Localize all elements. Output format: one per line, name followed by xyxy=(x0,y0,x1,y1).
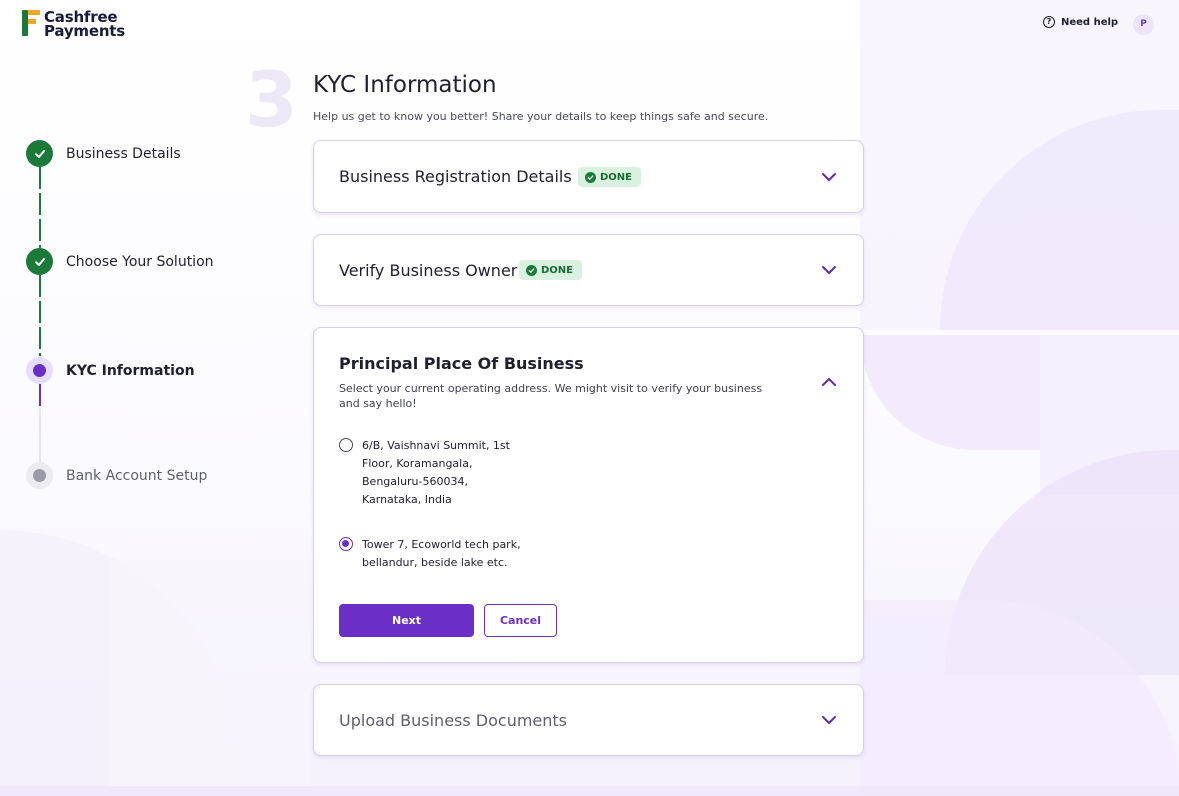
step-business-details[interactable]: Business Details xyxy=(26,140,181,167)
step-bank-account-setup[interactable]: Bank Account Setup xyxy=(26,462,207,489)
cashfree-logo[interactable]: Cashfree Payments xyxy=(22,8,126,40)
page-title: KYC Information xyxy=(313,72,497,98)
address-text: Tower 7, Ecoworld tech park, bellandur, … xyxy=(362,538,521,569)
step-label: Business Details xyxy=(66,145,181,162)
active-step-dot-icon xyxy=(26,357,53,384)
need-help-link[interactable]: ? Need help xyxy=(1043,16,1118,28)
section-principal-place-of-business: Principal Place Of Business Select your … xyxy=(313,327,864,663)
step-connector xyxy=(38,384,41,406)
address-radio[interactable] xyxy=(339,438,353,452)
address-radio-selected[interactable] xyxy=(339,537,353,551)
section-title: Business Registration Details xyxy=(339,167,572,186)
check-icon xyxy=(26,248,53,275)
check-icon xyxy=(26,140,53,167)
logo-wordmark: Cashfree Payments xyxy=(44,8,126,40)
user-avatar[interactable]: P xyxy=(1133,14,1154,35)
step-label: Choose Your Solution xyxy=(66,253,214,270)
section-business-registration[interactable]: Business Registration Details DONE xyxy=(313,140,864,213)
address-option-1[interactable]: 6/B, Vaishnavi Summit, 1st Floor, Korama… xyxy=(339,437,510,509)
chevron-up-icon[interactable] xyxy=(821,374,837,390)
section-upload-business-documents[interactable]: Upload Business Documents xyxy=(313,684,864,756)
cashfree-logo-icon xyxy=(22,10,40,36)
step-connector xyxy=(38,275,41,356)
check-circle-icon xyxy=(526,264,537,276)
page-subtitle: Help us get to know you better! Share yo… xyxy=(313,110,769,123)
chevron-down-icon[interactable] xyxy=(821,712,837,728)
help-circle-icon: ? xyxy=(1043,16,1055,28)
address-text: 6/B, Vaishnavi Summit, 1st Floor, Korama… xyxy=(362,439,510,506)
done-badge: DONE xyxy=(519,260,583,280)
step-choose-your-solution[interactable]: Choose Your Solution xyxy=(26,248,214,275)
check-circle-icon xyxy=(585,171,596,183)
step-label: KYC Information xyxy=(66,362,195,379)
address-option-2[interactable]: Tower 7, Ecoworld tech park, bellandur, … xyxy=(339,536,521,572)
section-verify-business-owner[interactable]: Verify Business Owner DONE xyxy=(313,234,864,306)
section-description: Select your current operating address. W… xyxy=(339,382,763,410)
done-badge: DONE xyxy=(578,167,642,187)
need-help-label: Need help xyxy=(1061,16,1119,28)
step-connector xyxy=(38,408,41,462)
cancel-button[interactable]: Cancel xyxy=(484,604,557,637)
chevron-down-icon[interactable] xyxy=(821,262,837,278)
step-label: Bank Account Setup xyxy=(66,467,208,484)
next-button[interactable]: Next xyxy=(339,604,474,637)
top-bar: Cashfree Payments ? Need help P xyxy=(0,0,1179,48)
section-title: Principal Place Of Business xyxy=(339,354,584,373)
section-title: Verify Business Owner xyxy=(339,261,518,280)
step-kyc-information[interactable]: KYC Information xyxy=(26,357,195,384)
step-connector xyxy=(38,167,41,248)
pending-step-dot-icon xyxy=(26,462,53,489)
chevron-down-icon[interactable] xyxy=(821,169,837,185)
section-title: Upload Business Documents xyxy=(339,711,568,730)
step-number: 3 xyxy=(245,55,298,144)
